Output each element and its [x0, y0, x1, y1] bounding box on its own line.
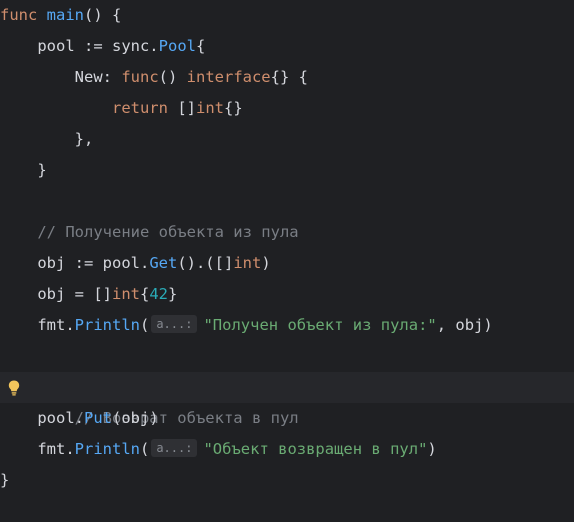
code-line[interactable]: },	[0, 124, 574, 155]
code-line[interactable]: // Получение объекта из пула	[0, 217, 574, 248]
keyword-token: func	[121, 68, 159, 86]
parameter-hint: a...:	[151, 315, 198, 333]
code-line[interactable]: New: func() interface{} {	[0, 62, 574, 93]
code-line[interactable]: fmt.Println(a...: "Получен объект из пула…	[0, 310, 574, 341]
method-token: Put	[84, 409, 112, 427]
code-line[interactable]: obj := pool.Get().([]int)	[0, 248, 574, 279]
code-token: New:	[74, 68, 122, 86]
code-token: {	[139, 285, 150, 303]
code-token: (	[139, 440, 150, 458]
keyword-token: interface	[186, 68, 271, 86]
code-token: fmt.	[37, 440, 75, 458]
code-token: fmt.	[37, 316, 75, 334]
code-line[interactable]: func main() {	[0, 0, 574, 31]
code-token: pool.	[37, 409, 84, 427]
function-name-token: main	[46, 6, 84, 24]
code-token: ().([]	[177, 254, 234, 272]
code-token: },	[74, 130, 94, 148]
code-token: obj = []	[37, 285, 112, 303]
current-code-line[interactable]: // Возврат объекта в пул	[0, 372, 574, 427]
string-token: "Объект возвращен в пул"	[203, 440, 428, 458]
parameter-hint: a...:	[151, 439, 198, 457]
code-token: {} {	[270, 68, 308, 86]
code-line[interactable]: return []int{}	[0, 93, 574, 124]
code-token: {}	[223, 99, 243, 117]
code-token: () {	[84, 6, 122, 24]
keyword-token: return	[111, 99, 168, 117]
code-token: obj := pool.	[37, 254, 150, 272]
code-token: }	[37, 161, 47, 179]
keyword-token: int	[233, 254, 262, 272]
code-token: }	[168, 285, 178, 303]
code-token: {	[195, 37, 206, 55]
lightbulb-icon[interactable]	[8, 380, 20, 396]
code-token: []	[167, 99, 196, 117]
string-token: "Получен объект из пула:"	[203, 316, 437, 334]
code-token: (	[139, 316, 150, 334]
code-token: ()	[158, 68, 187, 86]
method-token: Println	[74, 440, 140, 458]
number-token: 42	[149, 285, 168, 303]
method-token: Println	[74, 316, 140, 334]
code-line[interactable]: pool := sync.Pool{	[0, 31, 574, 62]
code-line[interactable]: obj = []int{42}	[0, 279, 574, 310]
keyword-token: int	[111, 285, 140, 303]
comment-token: // Получение объекта из пула	[37, 223, 299, 241]
code-line[interactable]: pool.Put(obj)	[0, 403, 574, 434]
type-token: Pool	[158, 37, 196, 55]
keyword-token: func	[0, 6, 38, 24]
code-token: )	[261, 254, 271, 272]
code-token: }	[0, 471, 10, 489]
code-line[interactable]: }	[0, 155, 574, 186]
code-editor[interactable]: func main() { pool := sync.Pool{ New: fu…	[0, 0, 574, 522]
code-line[interactable]: }	[0, 465, 574, 496]
code-token: )	[427, 440, 437, 458]
code-token: , obj)	[436, 316, 493, 334]
code-token: (obj)	[112, 409, 159, 427]
method-token: Get	[149, 254, 178, 272]
code-token: pool := sync.	[37, 37, 159, 55]
keyword-token: int	[195, 99, 224, 117]
code-line[interactable]: fmt.Println(a...: "Объект возвращен в пул…	[0, 434, 574, 465]
